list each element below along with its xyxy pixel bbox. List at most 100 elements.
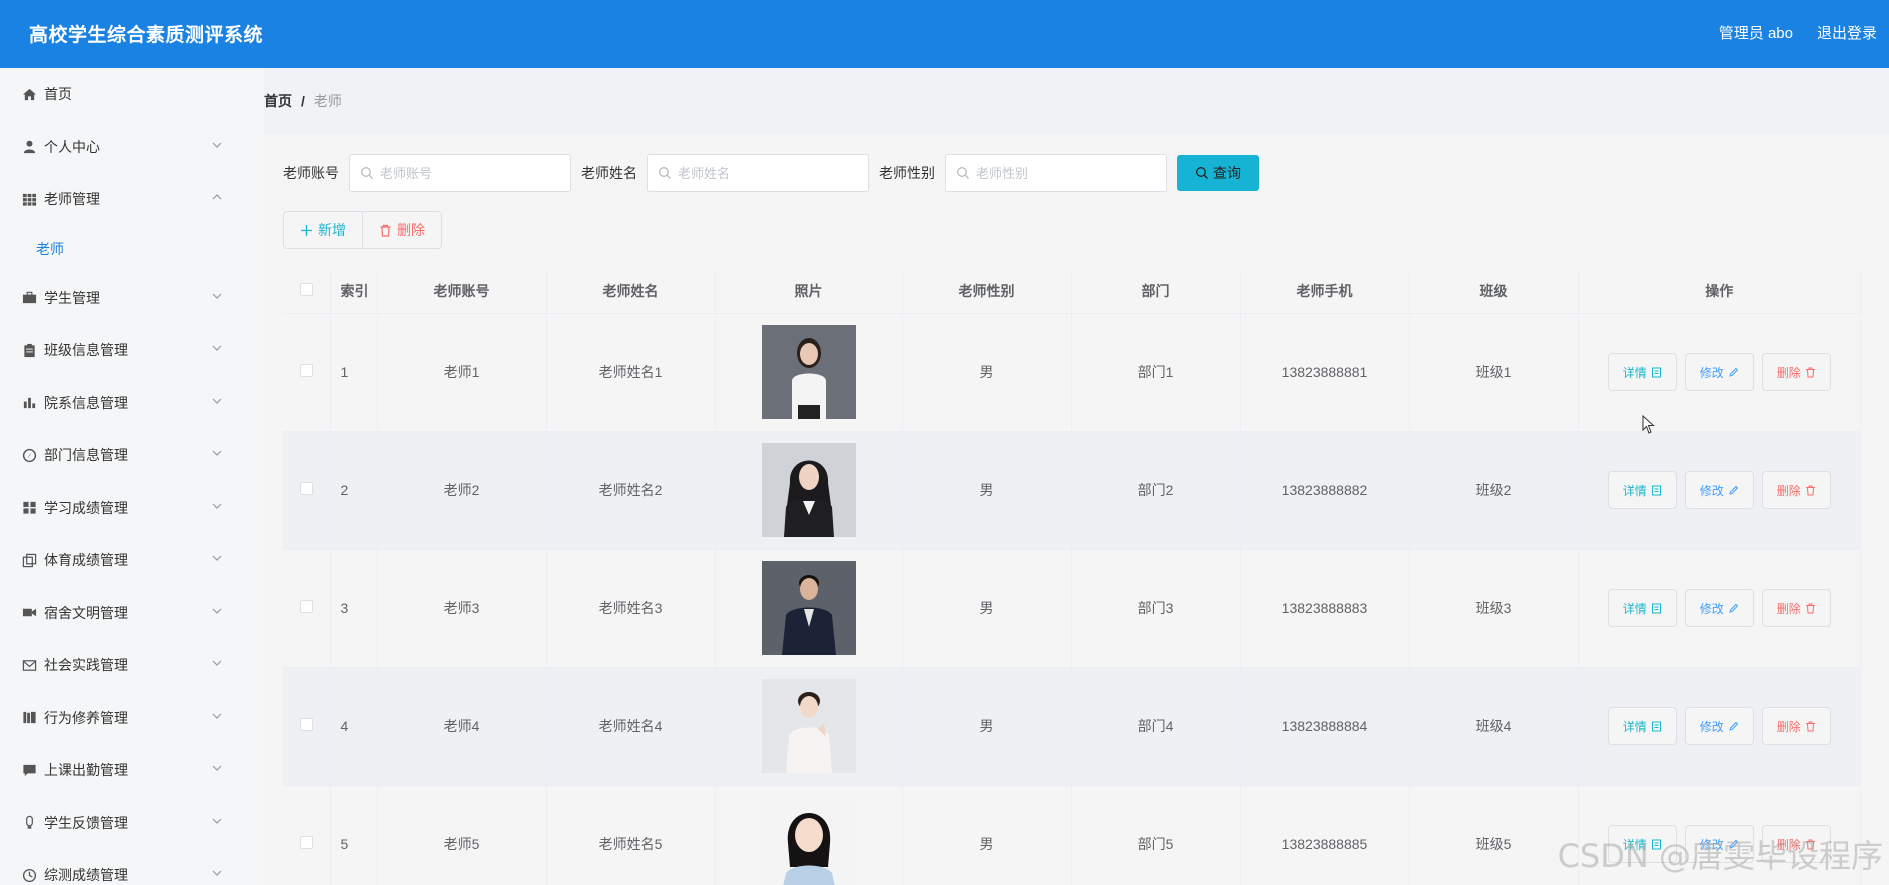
- row-checkbox[interactable]: [299, 482, 313, 495]
- cell-phone: 13823888883: [1240, 549, 1410, 668]
- row-checkbox[interactable]: [299, 600, 313, 613]
- delete-button[interactable]: 删除: [1761, 353, 1831, 391]
- sidebar-item-label: 老师管理: [44, 191, 100, 208]
- sidebar: 首页 个人中心 老师管理 老师 学生管理 班级信息管理 院系信息管理 部门信息管…: [0, 68, 264, 885]
- teacher-gender-label: 老师性别: [879, 165, 935, 181]
- query-button[interactable]: 查询: [1177, 155, 1259, 191]
- sidebar-item-home[interactable]: 首页: [0, 68, 264, 121]
- select-all-cell[interactable]: [283, 270, 331, 314]
- cell-phone: 13823888885: [1240, 785, 1410, 885]
- delete-button[interactable]: 删除: [1761, 589, 1831, 627]
- sidebar-item-class-info[interactable]: 班级信息管理: [0, 324, 264, 377]
- table-row: 3 老师3 老师姓名3 男 部门3 13823888883 班级3 详情 修改: [283, 549, 1861, 668]
- teacher-account-field[interactable]: [349, 154, 571, 192]
- edit-button[interactable]: 修改: [1684, 471, 1754, 509]
- logout-link[interactable]: 退出登录: [1817, 22, 1877, 43]
- teacher-photo[interactable]: [761, 561, 856, 655]
- column-header-actions: 操作: [1578, 270, 1861, 314]
- teacher-gender-input[interactable]: [976, 165, 1156, 181]
- main-content: 首页 / 老师 老师账号 老师姓名 老师性别 查询: [264, 68, 1889, 885]
- delete-button[interactable]: 删除: [1761, 471, 1831, 509]
- breadcrumb-home[interactable]: 首页: [264, 91, 292, 111]
- cell-class: 班级1: [1409, 313, 1579, 432]
- sidebar-item-study-score[interactable]: 学习成绩管理: [0, 482, 264, 535]
- sidebar-item-pe-score[interactable]: 体育成绩管理: [0, 534, 264, 587]
- sidebar-item-behavior[interactable]: 行为修养管理: [0, 692, 264, 745]
- cell-photo: [715, 431, 903, 550]
- table-header-row: 索引 老师账号 老师姓名 照片 老师性别 部门 老师手机 班级 操作: [283, 270, 1861, 314]
- sidebar-item-division-info[interactable]: 部门信息管理: [0, 429, 264, 482]
- copy-icon: [21, 552, 37, 568]
- select-all-checkbox[interactable]: [299, 283, 313, 297]
- teacher-name-field[interactable]: [647, 154, 869, 192]
- add-button[interactable]: 新增: [283, 211, 363, 249]
- column-header-account: 老师账号: [377, 270, 547, 314]
- row-checkbox[interactable]: [299, 836, 313, 849]
- detail-button[interactable]: 详情: [1607, 707, 1677, 745]
- row-actions: 详情 修改 删除: [1579, 353, 1861, 391]
- sidebar-item-feedback[interactable]: 学生反馈管理: [0, 797, 264, 850]
- query-button-label: 查询: [1213, 165, 1241, 181]
- chevron-down-icon: [212, 870, 222, 877]
- row-select-cell[interactable]: [283, 785, 331, 885]
- cell-class: 班级2: [1409, 431, 1579, 550]
- detail-button[interactable]: 详情: [1607, 353, 1677, 391]
- sidebar-item-social-practice[interactable]: 社会实践管理: [0, 639, 264, 692]
- teacher-account-label: 老师账号: [283, 165, 339, 181]
- sidebar-subitem-teacher[interactable]: 老师: [0, 226, 264, 272]
- teacher-photo[interactable]: [761, 443, 856, 537]
- trash-icon: [1805, 367, 1815, 377]
- row-select-cell[interactable]: [283, 431, 331, 550]
- chat-icon: [21, 762, 37, 778]
- edit-button[interactable]: 修改: [1684, 589, 1754, 627]
- cell-class: 班级4: [1409, 667, 1579, 786]
- breadcrumb-separator: /: [301, 93, 305, 109]
- teacher-name-input[interactable]: [678, 165, 858, 181]
- chevron-up-icon: [212, 194, 222, 200]
- delete-button[interactable]: 删除: [1761, 707, 1831, 745]
- clipboard-icon: [21, 342, 37, 358]
- sidebar-item-dorm[interactable]: 宿舍文明管理: [0, 587, 264, 640]
- row-checkbox[interactable]: [299, 718, 313, 731]
- teacher-account-input[interactable]: [380, 165, 560, 181]
- cell-account: 老师5: [377, 785, 547, 885]
- cell-account: 老师2: [377, 431, 547, 550]
- batch-delete-button[interactable]: 删除: [363, 211, 442, 249]
- search-form: 老师账号 老师姓名 老师性别 查询: [283, 154, 1259, 192]
- detail-button[interactable]: 详情: [1607, 589, 1677, 627]
- teacher-photo[interactable]: [761, 679, 856, 773]
- edit-button-label: 修改: [1699, 719, 1724, 734]
- sidebar-item-attendance[interactable]: 上课出勤管理: [0, 744, 264, 797]
- search-icon: [1196, 167, 1208, 179]
- edit-button[interactable]: 修改: [1684, 353, 1754, 391]
- sidebar-item-comprehensive-score[interactable]: 综测成绩管理: [0, 849, 264, 885]
- grid-icon: [21, 191, 37, 207]
- edit-button[interactable]: 修改: [1684, 707, 1754, 745]
- teacher-photo[interactable]: [761, 325, 856, 419]
- detail-button[interactable]: 详情: [1607, 471, 1677, 509]
- detail-button-label: 详情: [1622, 601, 1647, 616]
- action-buttons: 新增 删除: [283, 211, 442, 249]
- library-icon: [21, 710, 37, 726]
- sidebar-item-teacher-management[interactable]: 老师管理: [0, 173, 264, 226]
- cell-name: 老师姓名1: [546, 313, 716, 432]
- top-header: 高校学生综合素质测评系统 管理员 abo 退出登录: [0, 0, 1889, 68]
- row-select-cell[interactable]: [283, 667, 331, 786]
- cell-actions: 详情 修改 删除: [1578, 313, 1861, 432]
- cell-department: 部门1: [1071, 313, 1241, 432]
- sidebar-item-department-info[interactable]: 院系信息管理: [0, 377, 264, 430]
- chevron-down-icon: [212, 142, 222, 148]
- cell-class: 班级5: [1409, 785, 1579, 885]
- column-header-phone: 老师手机: [1240, 270, 1410, 314]
- sidebar-item-student-management[interactable]: 学生管理: [0, 272, 264, 325]
- row-select-cell[interactable]: [283, 549, 331, 668]
- sidebar-item-label: 部门信息管理: [44, 447, 128, 464]
- sidebar-item-personal-center[interactable]: 个人中心: [0, 121, 264, 174]
- cell-gender: 男: [902, 667, 1072, 786]
- edit-button-label: 修改: [1699, 365, 1724, 380]
- row-select-cell[interactable]: [283, 313, 331, 432]
- teacher-photo[interactable]: [761, 797, 856, 885]
- teacher-gender-field[interactable]: [945, 154, 1167, 192]
- row-checkbox[interactable]: [299, 364, 313, 377]
- cell-actions: 详情 修改 删除: [1578, 431, 1861, 550]
